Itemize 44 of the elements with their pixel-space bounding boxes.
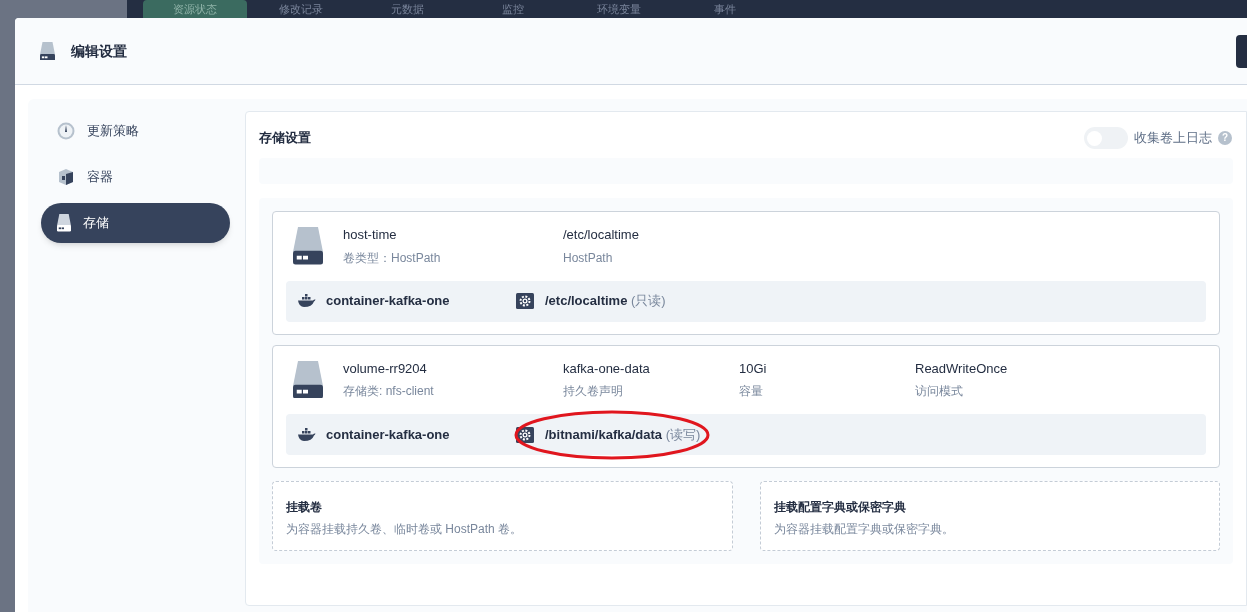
disk-icon xyxy=(293,360,323,398)
field-value: kafka-one-data xyxy=(563,359,651,378)
tab[interactable]: 修改记录 xyxy=(249,0,353,18)
tab[interactable]: 监控 xyxy=(461,0,565,18)
volume-subtitle: 存储类: nfs-client xyxy=(343,383,435,400)
container-name: container-kafka-one xyxy=(326,425,450,444)
add-card-description: 为容器挂载配置字典或保密字典。 xyxy=(773,521,955,538)
add-card[interactable]: 挂载卷 为容器挂载持久卷、临时卷或 HostPath 卷。 xyxy=(272,481,733,551)
add-card-title: 挂载配置字典或保密字典 xyxy=(773,499,907,516)
container-name: container-kafka-one xyxy=(326,292,450,311)
disk-icon xyxy=(40,41,55,61)
disk-icon xyxy=(57,214,71,232)
cube-icon xyxy=(57,168,75,186)
disk-icon xyxy=(293,227,323,265)
dialog-title: 编辑设置 xyxy=(71,41,127,61)
section-title: 存储设置 xyxy=(259,129,311,148)
tab[interactable]: 元数据 xyxy=(355,0,459,18)
tab[interactable]: 事件 xyxy=(673,0,777,18)
tab[interactable]: 资源状态 xyxy=(143,0,247,18)
add-card-title: 挂载卷 xyxy=(286,499,323,516)
tab[interactable]: 环境变量 xyxy=(567,0,671,18)
field-label: 容量 xyxy=(739,383,764,400)
field-label: 访问模式 xyxy=(915,383,964,400)
volume-name: host-time xyxy=(343,226,398,244)
gauge-icon xyxy=(57,122,75,140)
close-button[interactable] xyxy=(1236,35,1247,68)
whale-icon xyxy=(298,294,316,308)
sidebar-item[interactable]: 容器 xyxy=(41,157,230,197)
volume-name: volume-rr9204 xyxy=(343,359,428,378)
field-value: 10Gi xyxy=(739,359,768,378)
volume-subtitle: 卷类型：HostPath xyxy=(343,249,442,267)
mount-path: /etc/localtime (只读) xyxy=(545,292,666,311)
add-card-description: 为容器挂载持久卷、临时卷或 HostPath 卷。 xyxy=(286,521,524,538)
field-value: ReadWriteOnce xyxy=(915,359,1009,378)
field-label: HostPath xyxy=(563,249,614,267)
whale-icon xyxy=(298,427,316,442)
gear-icon xyxy=(516,293,534,309)
add-card[interactable]: 挂载配置字典或保密字典 为容器挂载配置字典或保密字典。 xyxy=(759,481,1220,551)
sidebar-item[interactable]: 更新策略 xyxy=(41,111,230,151)
mount-path: /bitnami/kafka/data (读写) xyxy=(545,425,701,444)
field-value: /etc/localtime xyxy=(563,226,640,244)
toggle-label: 收集卷上日志 xyxy=(1134,129,1212,148)
sidebar-item[interactable]: 存储 xyxy=(41,203,230,243)
field-label: 持久卷声明 xyxy=(563,383,624,400)
